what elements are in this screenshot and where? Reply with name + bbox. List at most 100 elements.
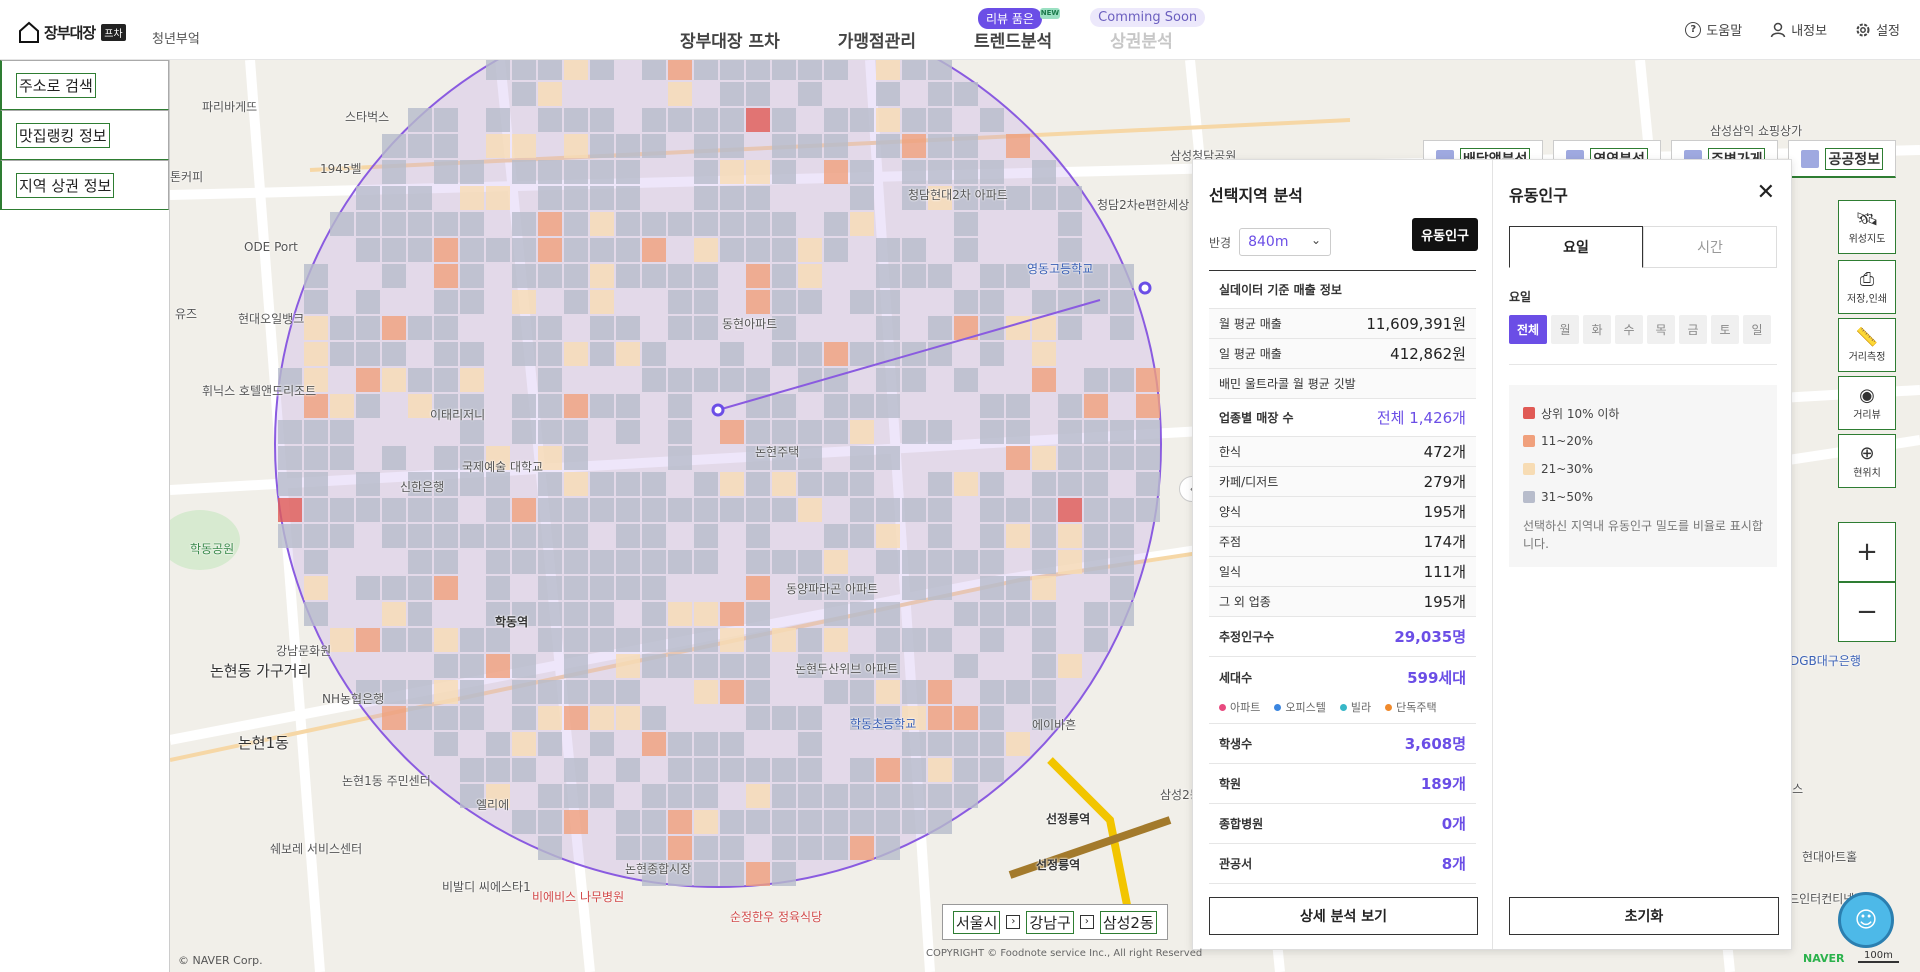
density-cell [902, 238, 926, 262]
density-cell [694, 472, 718, 496]
row-label: 월 평균 매출 [1219, 317, 1282, 331]
detail-analysis-button[interactable]: 상세 분석 보기 [1209, 897, 1478, 935]
legend-house: 단독주택 [1385, 699, 1437, 715]
density-cell [1058, 212, 1082, 236]
density-cell [434, 108, 458, 132]
density-cell [694, 134, 718, 158]
density-cell [772, 836, 796, 860]
density-cell [642, 212, 666, 236]
tab-day[interactable]: 요일 [1509, 226, 1643, 268]
satellite-map-button[interactable]: 🛰 위성지도 [1838, 200, 1896, 254]
density-cell [980, 706, 1004, 730]
day-mon[interactable]: 월 [1551, 315, 1579, 344]
density-cell [720, 368, 744, 392]
day-wed[interactable]: 수 [1615, 315, 1643, 344]
day-sat[interactable]: 토 [1711, 315, 1739, 344]
logo[interactable]: 장부대장 프차 [18, 20, 126, 44]
density-cell [616, 628, 640, 652]
sidebar-item-restaurant-ranking[interactable]: 맛집랭킹 정보 [0, 110, 169, 160]
density-cell [772, 706, 796, 730]
breadcrumb-city[interactable]: 서울시 [953, 910, 1001, 934]
density-cell [668, 368, 692, 392]
day-thu[interactable]: 목 [1647, 315, 1675, 344]
density-cell [694, 654, 718, 678]
density-cell [330, 342, 354, 366]
density-cell [850, 160, 874, 184]
breadcrumb-dong[interactable]: 삼성2동 [1099, 910, 1157, 934]
sidebar-item-address-search[interactable]: 주소로 검색 [0, 60, 169, 110]
density-cell [928, 60, 952, 80]
density-cell [668, 732, 692, 756]
tab-time[interactable]: 시간 [1643, 226, 1777, 268]
density-cell [512, 82, 536, 106]
density-cell [538, 836, 562, 860]
nav-franchise[interactable]: 장부대장 프차 [680, 27, 780, 52]
day-all[interactable]: 전체 [1509, 315, 1547, 344]
legend-dot [1219, 703, 1226, 711]
ruler-icon: 📏 [1855, 326, 1879, 348]
day-tue[interactable]: 화 [1583, 315, 1611, 344]
density-cell [824, 238, 848, 262]
density-cell [1110, 498, 1134, 522]
density-cell [330, 524, 354, 548]
save-print-button[interactable]: ⎙ 저장,인쇄 [1838, 260, 1896, 314]
map-label: 논현1동 [238, 734, 289, 752]
density-cell [564, 628, 588, 652]
density-cell [876, 264, 900, 288]
distance-measure-button[interactable]: 📏 거리측정 [1838, 318, 1896, 372]
zoom-in-button[interactable]: + [1838, 522, 1896, 582]
sidebar-item-label: 주소로 검색 [16, 72, 96, 98]
business-row: 양식 195개 [1209, 497, 1476, 527]
density-cell [954, 290, 978, 314]
density-cell [486, 108, 510, 132]
density-cell [980, 472, 1004, 496]
day-fri[interactable]: 금 [1679, 315, 1707, 344]
chat-button[interactable]: ☺ [1838, 892, 1894, 948]
density-cell [902, 628, 926, 652]
settings-link[interactable]: 설정 [1855, 20, 1900, 39]
density-cell [902, 810, 926, 834]
floating-population-button[interactable]: 유동인구 [1412, 218, 1478, 251]
density-cell [1136, 472, 1160, 496]
day-sun[interactable]: 일 [1743, 315, 1771, 344]
sub-nav-link[interactable]: 청년부엌 [152, 28, 200, 47]
density-cell [434, 550, 458, 574]
density-cell [486, 732, 510, 756]
help-link[interactable]: ? 도움말 [1685, 20, 1742, 39]
density-cell [902, 60, 926, 80]
street-view-button[interactable]: ◉ 거리뷰 [1838, 376, 1896, 430]
density-cell [460, 342, 484, 366]
density-cell [460, 290, 484, 314]
density-cell [876, 238, 900, 262]
density-cell [720, 758, 744, 782]
nav-store-management[interactable]: 가맹점관리 [838, 27, 916, 52]
reset-button[interactable]: 초기화 [1509, 897, 1779, 935]
breadcrumb-district[interactable]: 강남구 [1026, 910, 1074, 934]
radius-select[interactable]: 840m ⌄ [1239, 228, 1332, 256]
density-cell [928, 264, 952, 288]
density-cell [746, 576, 770, 600]
density-cell [590, 186, 614, 210]
plus-icon: + [1856, 537, 1878, 567]
chevron-right-icon: › [1006, 915, 1021, 929]
close-icon[interactable]: ✕ [1757, 180, 1775, 205]
density-cell [980, 290, 1004, 314]
density-cell [590, 602, 614, 626]
nav-trend-analysis[interactable]: 리뷰 품은 NEW 트렌드분석 [974, 8, 1060, 52]
population-row: 추정인구수 29,035명 [1209, 617, 1476, 657]
density-cell [1006, 680, 1030, 704]
density-cell [590, 472, 614, 496]
sidebar-item-area-info[interactable]: 지역 상권 정보 [0, 160, 169, 210]
density-cell [954, 784, 978, 808]
my-info-link[interactable]: 내정보 [1770, 20, 1827, 39]
density-cell [590, 680, 614, 704]
density-cell [876, 60, 900, 80]
row-label: 학원 [1219, 777, 1242, 791]
selected-area-analysis: 선택지역 분석 반경 840m ⌄ 유동인구 실데이터 기준 매출 정보 월 평균… [1193, 160, 1493, 949]
current-location-button[interactable]: ⊕ 현위치 [1838, 434, 1896, 488]
nav-commercial-analysis[interactable]: Comming Soon 상권분석 [1090, 8, 1206, 52]
density-cell [564, 524, 588, 548]
region-breadcrumb: 서울시 › 강남구 › 삼성2동 [942, 904, 1168, 940]
public-info-button[interactable]: 공공정보 [1788, 140, 1896, 178]
zoom-out-button[interactable]: − [1838, 582, 1896, 642]
